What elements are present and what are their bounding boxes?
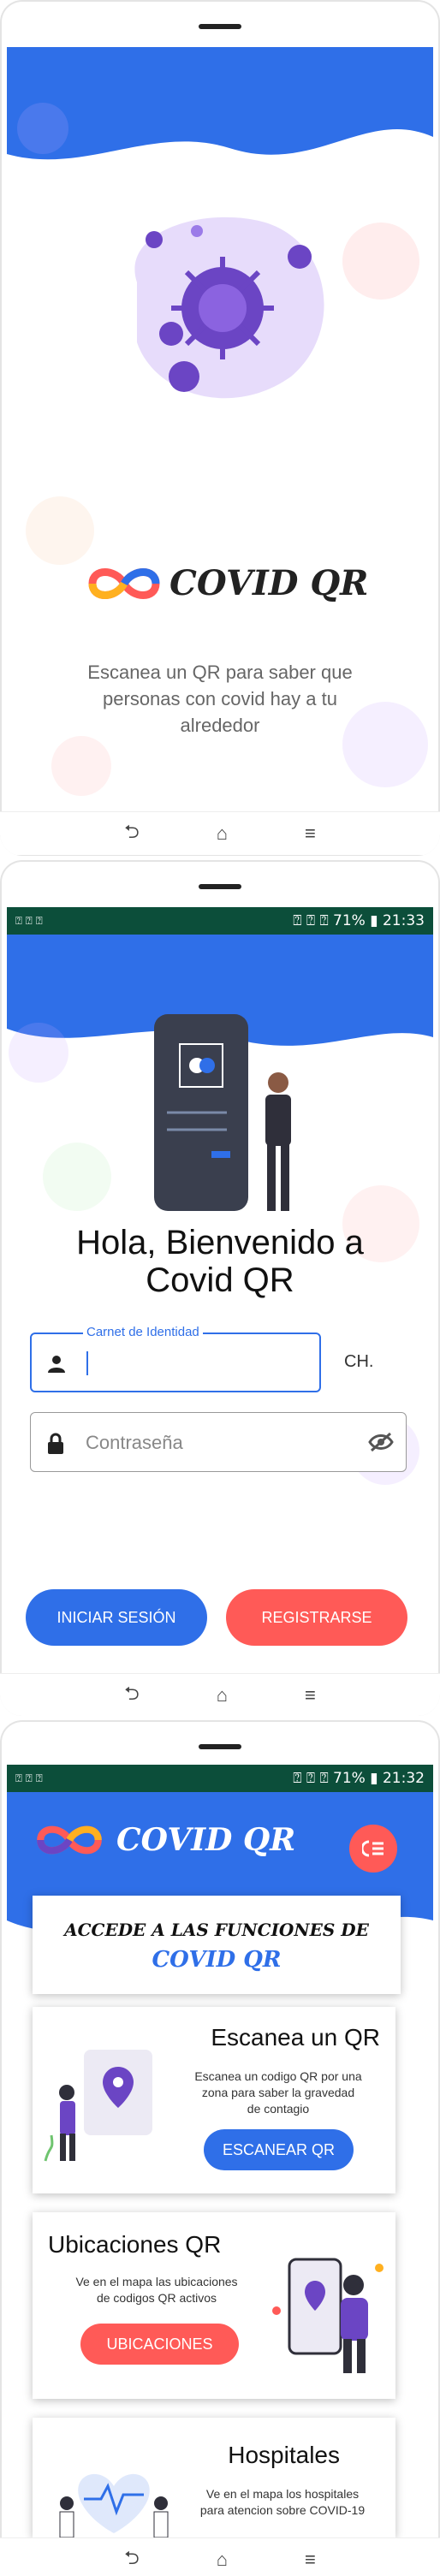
status-bar: ⍰ ⍰ ⍰ ⍰ ⍰ ⍰ 71% ▮ 21:33 — [7, 907, 433, 935]
speaker-notch — [199, 24, 241, 29]
menu-list-icon — [362, 1840, 384, 1857]
home-nav-icon[interactable]: ⌂ — [217, 822, 228, 845]
tagline-line: Escanea un QR para saber que — [87, 662, 353, 683]
tagline: Escanea un QR para saber que personas co… — [0, 659, 440, 739]
status-left-icons: ⍰ ⍰ ⍰ — [15, 914, 43, 928]
app-brand-title: COVID QR — [169, 563, 369, 603]
card-desc-line: Ve en el mapa las ubicaciones — [75, 2275, 238, 2288]
password-placeholder: Contraseña — [86, 1432, 183, 1453]
speaker-notch — [199, 1744, 241, 1749]
carnet-field[interactable]: Carnet de Identidad — [30, 1325, 321, 1392]
welcome-heading: Hola, Bienvenido a Covid QR — [0, 1224, 440, 1299]
hospitals-card: Hospitales Ve en el mapa los hospitales … — [33, 2418, 395, 2537]
login-button[interactable]: INICIAR SESIÓN — [26, 1589, 207, 1646]
profile-menu-button[interactable] — [349, 1825, 397, 1873]
card-desc: Escanea un codigo QR por una zona para s… — [169, 2069, 387, 2117]
status-left-icons: ⍰ ⍰ ⍰ — [15, 1772, 43, 1785]
status-right: ⍰ ⍰ ⍰ 71% ▮ 21:32 — [293, 1770, 425, 1787]
home-screen: ⍰ ⍰ ⍰ ⍰ ⍰ ⍰ 71% ▮ 21:32 COVID QR ACCEDE … — [0, 1720, 440, 2576]
card-title: Escanea un QR — [211, 2024, 380, 2051]
bg-virus-decoration — [342, 223, 419, 300]
home-nav-icon[interactable]: ⌂ — [217, 1684, 228, 1706]
menu-nav-icon[interactable]: ≡ — [305, 822, 316, 845]
banner-line-2: COVID QR — [152, 1947, 282, 1973]
home-brand-title: COVID QR — [116, 1822, 296, 1858]
welcome-line: Covid QR — [146, 1261, 294, 1299]
card-desc-line: zona para saber la gravedad — [201, 2086, 355, 2099]
menu-nav-icon[interactable]: ≡ — [305, 2549, 316, 2571]
system-navbar: ⮌ ⌂ ≡ — [0, 811, 440, 855]
back-nav-icon[interactable]: ⮌ — [124, 1679, 140, 1712]
infinity-logo-icon — [37, 1825, 102, 1855]
system-navbar: ⮌ ⌂ ≡ — [0, 2537, 440, 2576]
doctors-illustration — [59, 2473, 169, 2537]
lock-icon — [48, 1433, 63, 1454]
virus-illustration — [134, 217, 324, 399]
functions-banner: ACCEDE A LAS FUNCIONES DE COVID QR — [33, 1896, 401, 1994]
speaker-notch — [199, 884, 241, 889]
card-desc-line: Escanea un codigo QR por una — [194, 2069, 362, 2083]
scan-illustration — [44, 2050, 152, 2162]
welcome-line: Hola, Bienvenido a — [76, 1224, 364, 1261]
status-bar: ⍰ ⍰ ⍰ ⍰ ⍰ ⍰ 71% ▮ 21:32 — [7, 1765, 433, 1792]
menu-nav-icon[interactable]: ≡ — [305, 1684, 316, 1706]
card-desc-line: de contagio — [247, 2102, 310, 2116]
card-desc-line: Ve en el mapa los hospitales — [205, 2487, 360, 2501]
scan-qr-card: Escanea un QR Escanea un codigo QR por u… — [33, 2007, 395, 2193]
card-title: Ubicaciones QR — [48, 2231, 222, 2258]
text-cursor — [86, 1351, 88, 1375]
carnet-suffix: CH. — [344, 1352, 374, 1371]
bg-virus-decoration — [9, 1023, 68, 1083]
card-title: Hospitales — [228, 2442, 340, 2468]
header-wave — [7, 47, 433, 160]
scan-qr-button[interactable]: ESCANEAR QR — [204, 2129, 354, 2170]
locations-button[interactable]: UBICACIONES — [80, 2324, 239, 2365]
back-nav-icon[interactable]: ⮌ — [124, 2543, 140, 2576]
card-desc: Ve en el mapa las ubicaciones de codigos… — [50, 2274, 264, 2306]
locations-card: Ubicaciones QR Ve en el mapa las ubicaci… — [33, 2212, 395, 2399]
card-desc-line: de codigos QR activos — [96, 2291, 217, 2305]
status-right: ⍰ ⍰ ⍰ 71% ▮ 21:33 — [293, 912, 425, 929]
splash-screen: COVID QR Escanea un QR para saber que pe… — [0, 0, 440, 856]
password-field[interactable]: Contraseña — [30, 1412, 407, 1472]
home-nav-icon[interactable]: ⌂ — [217, 2549, 228, 2571]
tagline-line: personas con covid hay a tu — [103, 688, 337, 709]
bg-virus-decoration — [26, 496, 94, 565]
bg-virus-decoration — [51, 736, 111, 796]
card-desc: Ve en el mapa los hospitales para atenci… — [178, 2486, 387, 2519]
phone-user-illustration — [154, 1014, 291, 1211]
system-navbar: ⮌ ⌂ ≡ — [0, 1673, 440, 1716]
app-logo: COVID QR — [86, 563, 368, 603]
home-header: COVID QR — [34, 1821, 295, 1859]
infinity-logo-icon — [88, 567, 160, 599]
card-desc-line: para atencion sobre COVID-19 — [199, 2503, 366, 2517]
back-nav-icon[interactable]: ⮌ — [124, 817, 140, 850]
eye-off-icon[interactable] — [368, 1432, 394, 1452]
map-phone-illustration — [272, 2258, 384, 2373]
register-button[interactable]: REGISTRARSE — [226, 1589, 407, 1646]
tagline-line: alrededor — [180, 715, 260, 736]
bg-virus-decoration — [43, 1143, 111, 1211]
person-icon — [48, 1356, 65, 1373]
bg-virus-decoration — [17, 103, 68, 154]
banner-line-1: ACCEDE A LAS FUNCIONES DE — [64, 1920, 369, 1940]
carnet-field-label: Carnet de Identidad — [83, 1325, 203, 1339]
login-screen: ⍰ ⍰ ⍰ ⍰ ⍰ ⍰ 71% ▮ 21:33 Hola, Bienvenido… — [0, 860, 440, 1716]
